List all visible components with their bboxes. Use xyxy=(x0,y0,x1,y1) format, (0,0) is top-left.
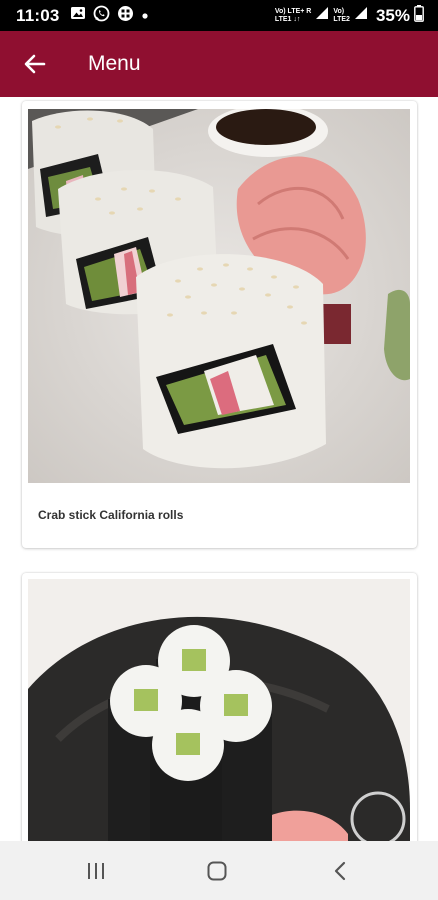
home-icon xyxy=(207,861,227,881)
sim2-network-label-top: Vo) xyxy=(333,7,345,15)
system-nav-bar xyxy=(0,841,438,900)
home-button[interactable] xyxy=(203,858,231,884)
cucumber-rolls-photo xyxy=(28,579,410,841)
sim2-network-label: Vo) LTE2 xyxy=(333,8,350,24)
grid-app-icon xyxy=(117,5,134,27)
dot-icon xyxy=(141,7,149,25)
status-time: 11:03 xyxy=(16,5,60,25)
menu-item-image xyxy=(28,579,410,841)
status-bar: 11:03 Vo) LTE+ R LTE1 ↓↑ Vo) LTE2 35% xyxy=(0,0,438,31)
image-icon xyxy=(70,5,86,26)
back-button[interactable] xyxy=(18,47,52,81)
arrow-left-icon xyxy=(24,54,46,74)
notification-icons xyxy=(70,5,149,27)
signal-icon xyxy=(315,6,329,25)
menu-item-card[interactable]: Crab stick California rolls xyxy=(22,101,417,548)
recents-icon xyxy=(88,863,104,879)
back-icon xyxy=(334,861,346,881)
recents-button[interactable] xyxy=(82,858,110,884)
battery-icon xyxy=(414,4,424,27)
status-indicators: Vo) LTE+ R LTE1 ↓↑ Vo) LTE2 35% xyxy=(275,4,424,27)
sim1-network-label: Vo) LTE+ R LTE1 ↓↑ xyxy=(275,8,312,24)
menu-item-name: Crab stick California rolls xyxy=(38,508,184,522)
sim1-network-label-bottom: LTE1 ↓↑ xyxy=(274,15,301,23)
system-back-button[interactable] xyxy=(326,858,354,884)
sim1-network-label-top: Vo) LTE+ R xyxy=(274,7,312,15)
menu-item-image xyxy=(28,109,410,483)
sim2-network-label-bottom: LTE2 xyxy=(333,15,350,23)
menu-item-card[interactable] xyxy=(22,573,417,841)
battery-percent: 35% xyxy=(375,5,410,25)
whatsapp-icon xyxy=(93,5,110,27)
app-bar: Menu xyxy=(0,31,438,97)
menu-list[interactable]: Crab stick California rolls xyxy=(0,97,438,841)
sushi-rolls-photo xyxy=(28,109,410,483)
signal-icon xyxy=(354,6,368,25)
page-title: Menu xyxy=(88,52,141,75)
